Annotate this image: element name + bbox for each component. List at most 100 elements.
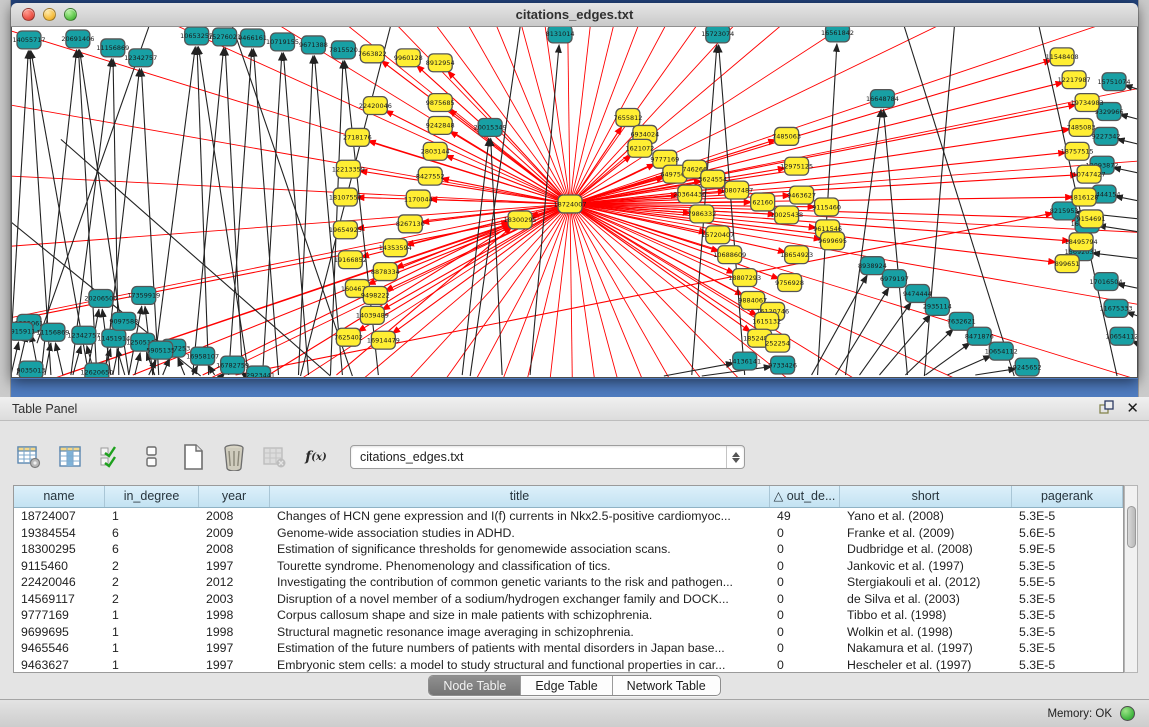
column-header-pagerank[interactable]: pagerank xyxy=(1012,486,1123,507)
merge-tables-icon[interactable] xyxy=(137,442,167,472)
table-settings-icon[interactable] xyxy=(14,442,44,472)
table-row[interactable]: 1456911722003Disruption of a novel membe… xyxy=(14,591,1123,608)
table-cell: 5.3E-5 xyxy=(1012,508,1123,525)
network-canvas[interactable]: 1405571720691406111568691234275710653257… xyxy=(11,27,1138,378)
table-header-row: namein_degreeyeartitle△ out_de...shortpa… xyxy=(14,486,1123,508)
table-cell: 5.5E-5 xyxy=(1012,574,1123,591)
row-checks-icon[interactable] xyxy=(96,442,126,472)
graph-node-label: 9115460 xyxy=(812,203,841,211)
column-select-icon[interactable] xyxy=(55,442,85,472)
table-cell: 5.3E-5 xyxy=(1012,607,1123,624)
graph-node-label: 8427552 xyxy=(416,172,445,180)
graph-node-label: 10654112 xyxy=(985,347,1018,355)
scrollbar-thumb[interactable] xyxy=(1127,506,1136,548)
table-scrollbar[interactable] xyxy=(1124,485,1138,673)
graph-node-label: 3624554 xyxy=(698,175,727,183)
table-row[interactable]: 1872400712008Changes of HCN gene express… xyxy=(14,508,1123,525)
column-header-short[interactable]: short xyxy=(840,486,1012,507)
graph-node-label: 15723074 xyxy=(701,30,734,38)
table-row[interactable]: 977716911998Corpus callosum shape and si… xyxy=(14,607,1123,624)
tab-network-table[interactable]: Network Table xyxy=(612,676,720,695)
graph-node-label: 9777169 xyxy=(650,156,679,164)
table-panel-title: Table Panel xyxy=(12,402,77,416)
graph-node-label: 1615132 xyxy=(752,318,781,326)
graph-node-label: 18807293 xyxy=(728,274,761,282)
delete-table-icon[interactable] xyxy=(219,442,249,472)
table-cell: Embryonic stem cells: a model to study s… xyxy=(270,657,770,674)
delete-column-icon[interactable] xyxy=(260,442,290,472)
table-cell: 49 xyxy=(770,508,840,525)
column-header-year[interactable]: year xyxy=(199,486,270,507)
graph-node-label: 16648784 xyxy=(866,95,899,103)
graph-node-label: 10025438 xyxy=(770,211,803,219)
table-cell: 1998 xyxy=(199,624,270,641)
left-gutter xyxy=(0,0,11,397)
graph-node-label: 9474444 xyxy=(903,290,932,298)
graph-node-label: 20691406 xyxy=(61,35,94,43)
table-cell: 1997 xyxy=(199,558,270,575)
table-cell: 9115460 xyxy=(14,558,105,575)
table-cell: Structural magnetic resonance image aver… xyxy=(270,624,770,641)
table-cell: 1 xyxy=(105,640,199,657)
table-row[interactable]: 1830029562008Estimation of significance … xyxy=(14,541,1123,558)
table-row[interactable]: 969969511998Structural magnetic resonanc… xyxy=(14,624,1123,641)
window-title: citations_edges.txt xyxy=(11,7,1138,22)
network-window-titlebar[interactable]: citations_edges.txt xyxy=(11,3,1138,27)
graph-node-label: 12217987 xyxy=(1058,76,1091,84)
table-source-dropdown[interactable]: citations_edges.txt xyxy=(350,445,745,469)
graph-node-label: 252254 xyxy=(765,339,790,347)
tab-edge-table[interactable]: Edge Table xyxy=(520,676,611,695)
graph-node-label: 9498222 xyxy=(361,292,390,300)
float-window-icon[interactable] xyxy=(1099,400,1114,418)
graph-node-label: 10654112 xyxy=(1106,333,1137,341)
table-cell: 18724007 xyxy=(14,508,105,525)
table-toolbar: f(x) citations_edges.txt xyxy=(14,435,745,479)
new-table-icon[interactable] xyxy=(178,442,208,472)
network-graph[interactable]: 1405571720691406111568691234275710653257… xyxy=(12,27,1137,377)
graph-node-label: 20206506 xyxy=(84,295,117,303)
graph-node-label: 12342757 xyxy=(124,54,157,62)
status-bar: Memory: OK xyxy=(0,699,1149,727)
table-row[interactable]: 946362711997Embryonic stem cells: a mode… xyxy=(14,657,1123,674)
table-cell: 2008 xyxy=(199,508,270,525)
table-cell: 0 xyxy=(770,574,840,591)
table-cell: 5.9E-5 xyxy=(1012,541,1123,558)
table-row[interactable]: 911546021997Tourette syndrome. Phenomeno… xyxy=(14,558,1123,575)
graph-node-label: 9875685 xyxy=(426,99,455,107)
graph-node-label: 7625402 xyxy=(334,334,363,342)
column-header-out_de[interactable]: △ out_de... xyxy=(770,486,840,507)
table-cell: de Silva et al. (2003) xyxy=(840,591,1012,608)
table-row[interactable]: 1938455462009Genome-wide association stu… xyxy=(14,525,1123,542)
graph-node-label: 14039489 xyxy=(356,312,389,320)
table-cell: 9463627 xyxy=(14,657,105,674)
table-cell: 19384554 xyxy=(14,525,105,542)
column-header-in_degree[interactable]: in_degree xyxy=(105,486,199,507)
column-header-name[interactable]: name xyxy=(14,486,105,507)
table-cell: 2 xyxy=(105,558,199,575)
desktop-background: citations_edges.txt 14055717206914061115… xyxy=(0,0,1149,397)
graph-node-label: 7986332 xyxy=(687,210,716,218)
table-cell: 18300295 xyxy=(14,541,105,558)
table-row[interactable]: 2242004622012Investigating the contribut… xyxy=(14,574,1123,591)
table-cell: 0 xyxy=(770,657,840,674)
graph-node-label: 17359919 xyxy=(127,292,160,300)
function-builder-icon[interactable]: f(x) xyxy=(301,442,331,472)
tab-node-table[interactable]: Node Table xyxy=(429,676,520,695)
graph-node-label: 62160 xyxy=(752,198,773,206)
graph-node-label: 19166852 xyxy=(334,256,367,264)
node-table: namein_degreeyeartitle△ out_de...shortpa… xyxy=(13,485,1124,673)
graph-node-label: 7485083 xyxy=(1067,124,1096,132)
table-cell: 2008 xyxy=(199,541,270,558)
table-cell: 0 xyxy=(770,607,840,624)
close-panel-icon[interactable]: ✕ xyxy=(1126,401,1139,417)
table-row[interactable]: 946554611997Estimation of the future num… xyxy=(14,640,1123,657)
network-window: citations_edges.txt 14055717206914061115… xyxy=(11,3,1138,379)
graph-node-label: 17016504 xyxy=(1090,278,1123,286)
table-cell: Wolkin et al. (1998) xyxy=(840,624,1012,641)
graph-node-label: 9960128 xyxy=(394,54,423,62)
graph-node-label: 1621072 xyxy=(625,145,654,153)
table-cell: Hescheler et al. (1997) xyxy=(840,657,1012,674)
graph-node-label: 19734983 xyxy=(1071,99,1104,107)
graph-node-label: 16561842 xyxy=(821,29,854,37)
column-header-title[interactable]: title xyxy=(270,486,770,507)
